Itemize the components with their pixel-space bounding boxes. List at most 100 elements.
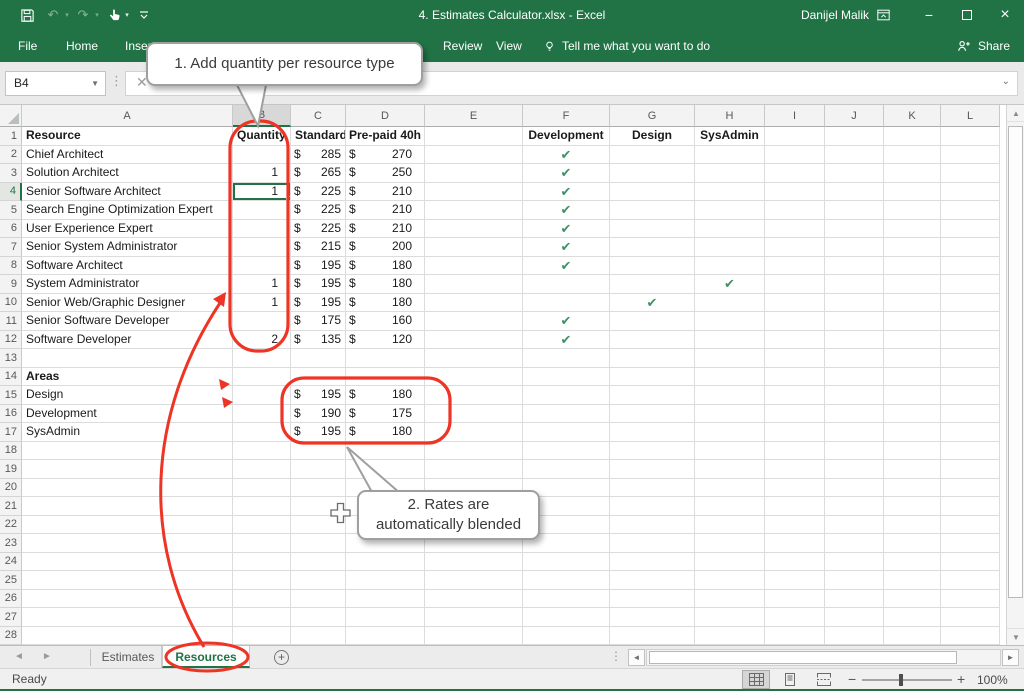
cell-I22[interactable] bbox=[765, 516, 825, 535]
cell-E20[interactable] bbox=[425, 479, 523, 498]
cell-G8[interactable] bbox=[610, 257, 695, 276]
cell-L23[interactable] bbox=[941, 534, 1000, 553]
row-header-24[interactable]: 24 bbox=[0, 553, 22, 572]
cell-A3[interactable]: Solution Architect bbox=[22, 164, 233, 183]
cell-G6[interactable] bbox=[610, 220, 695, 239]
row-header-19[interactable]: 19 bbox=[0, 460, 22, 479]
vertical-scrollbar[interactable]: ▲ ▼ bbox=[1006, 105, 1024, 645]
cell-L7[interactable] bbox=[941, 238, 1000, 257]
cell-I6[interactable] bbox=[765, 220, 825, 239]
cell-A5[interactable]: Search Engine Optimization Expert bbox=[22, 201, 233, 220]
cell-E11[interactable] bbox=[425, 312, 523, 331]
cell-K25[interactable] bbox=[884, 571, 941, 590]
cell-G25[interactable] bbox=[610, 571, 695, 590]
row-header-9[interactable]: 9 bbox=[0, 275, 22, 294]
cell-E15[interactable] bbox=[425, 386, 523, 405]
cell-K5[interactable] bbox=[884, 201, 941, 220]
cell-D21[interactable] bbox=[346, 497, 425, 516]
formula-bar-expand-icon[interactable]: ⌄ bbox=[1002, 76, 1010, 87]
cell-H7[interactable] bbox=[695, 238, 765, 257]
cell-H24[interactable] bbox=[695, 553, 765, 572]
page-layout-view-button[interactable] bbox=[776, 670, 804, 689]
scroll-down-icon[interactable]: ▼ bbox=[1007, 628, 1024, 645]
cell-D4[interactable]: $210 bbox=[346, 183, 425, 202]
cell-I17[interactable] bbox=[765, 423, 825, 442]
cell-A6[interactable]: User Experience Expert bbox=[22, 220, 233, 239]
cell-D11[interactable]: $160 bbox=[346, 312, 425, 331]
cell-H2[interactable] bbox=[695, 146, 765, 165]
cell-H11[interactable] bbox=[695, 312, 765, 331]
cell-B22[interactable] bbox=[233, 516, 291, 535]
cell-K12[interactable] bbox=[884, 331, 941, 350]
add-sheet-button[interactable]: + bbox=[274, 650, 289, 665]
sheet-nav-left-icon[interactable]: ◄ bbox=[14, 646, 24, 668]
cell-D12[interactable]: $120 bbox=[346, 331, 425, 350]
cell-D2[interactable]: $270 bbox=[346, 146, 425, 165]
cell-E10[interactable] bbox=[425, 294, 523, 313]
cell-B14[interactable] bbox=[233, 368, 291, 387]
cell-B19[interactable] bbox=[233, 460, 291, 479]
cell-J10[interactable] bbox=[825, 294, 884, 313]
cell-E18[interactable] bbox=[425, 442, 523, 461]
cell-F2[interactable]: ✔ bbox=[523, 146, 610, 165]
cell-A9[interactable]: System Administrator bbox=[22, 275, 233, 294]
row-header-2[interactable]: 2 bbox=[0, 146, 22, 165]
minimize-button[interactable]: − bbox=[912, 0, 946, 30]
cell-L5[interactable] bbox=[941, 201, 1000, 220]
cell-L2[interactable] bbox=[941, 146, 1000, 165]
row-header-22[interactable]: 22 bbox=[0, 516, 22, 535]
cell-D16[interactable]: $175 bbox=[346, 405, 425, 424]
cell-F9[interactable] bbox=[523, 275, 610, 294]
cell-H20[interactable] bbox=[695, 479, 765, 498]
cell-K4[interactable] bbox=[884, 183, 941, 202]
hscroll-right-icon[interactable]: ► bbox=[1002, 649, 1019, 666]
cell-B3[interactable]: 1 bbox=[233, 164, 291, 183]
cell-D5[interactable]: $210 bbox=[346, 201, 425, 220]
cell-H16[interactable] bbox=[695, 405, 765, 424]
formula-bar-resize-handle[interactable]: ⋮ bbox=[110, 73, 123, 89]
cell-H27[interactable] bbox=[695, 608, 765, 627]
row-header-18[interactable]: 18 bbox=[0, 442, 22, 461]
col-header-A[interactable]: A bbox=[22, 105, 233, 127]
cell-K23[interactable] bbox=[884, 534, 941, 553]
cell-F10[interactable] bbox=[523, 294, 610, 313]
tab-review[interactable]: Review bbox=[443, 30, 482, 62]
cell-K15[interactable] bbox=[884, 386, 941, 405]
cell-K24[interactable] bbox=[884, 553, 941, 572]
cell-C9[interactable]: $195 bbox=[291, 275, 346, 294]
cell-L16[interactable] bbox=[941, 405, 1000, 424]
cell-L18[interactable] bbox=[941, 442, 1000, 461]
cell-I27[interactable] bbox=[765, 608, 825, 627]
cell-D6[interactable]: $210 bbox=[346, 220, 425, 239]
cell-G18[interactable] bbox=[610, 442, 695, 461]
cell-E2[interactable] bbox=[425, 146, 523, 165]
name-box[interactable]: B4 ▼ bbox=[5, 71, 106, 96]
cell-H1[interactable]: SysAdmin bbox=[695, 127, 765, 146]
cell-L4[interactable] bbox=[941, 183, 1000, 202]
cell-C10[interactable]: $195 bbox=[291, 294, 346, 313]
cell-J9[interactable] bbox=[825, 275, 884, 294]
cell-F25[interactable] bbox=[523, 571, 610, 590]
row-header-10[interactable]: 10 bbox=[0, 294, 22, 313]
cell-J16[interactable] bbox=[825, 405, 884, 424]
vertical-scroll-thumb[interactable] bbox=[1008, 126, 1023, 598]
cell-A13[interactable] bbox=[22, 349, 233, 368]
cell-B16[interactable] bbox=[233, 405, 291, 424]
col-header-C[interactable]: C bbox=[291, 105, 346, 127]
cell-A16[interactable]: Development bbox=[22, 405, 233, 424]
cell-H3[interactable] bbox=[695, 164, 765, 183]
cell-L9[interactable] bbox=[941, 275, 1000, 294]
cell-F21[interactable] bbox=[523, 497, 610, 516]
cell-J3[interactable] bbox=[825, 164, 884, 183]
cell-A26[interactable] bbox=[22, 590, 233, 609]
cell-D18[interactable] bbox=[346, 442, 425, 461]
cell-H6[interactable] bbox=[695, 220, 765, 239]
row-header-12[interactable]: 12 bbox=[0, 331, 22, 350]
cell-B27[interactable] bbox=[233, 608, 291, 627]
row-header-23[interactable]: 23 bbox=[0, 534, 22, 553]
cell-J25[interactable] bbox=[825, 571, 884, 590]
cell-L25[interactable] bbox=[941, 571, 1000, 590]
col-header-E[interactable]: E bbox=[425, 105, 523, 127]
row-header-25[interactable]: 25 bbox=[0, 571, 22, 590]
formula-input[interactable]: ✕ ⌄ bbox=[125, 71, 1018, 96]
